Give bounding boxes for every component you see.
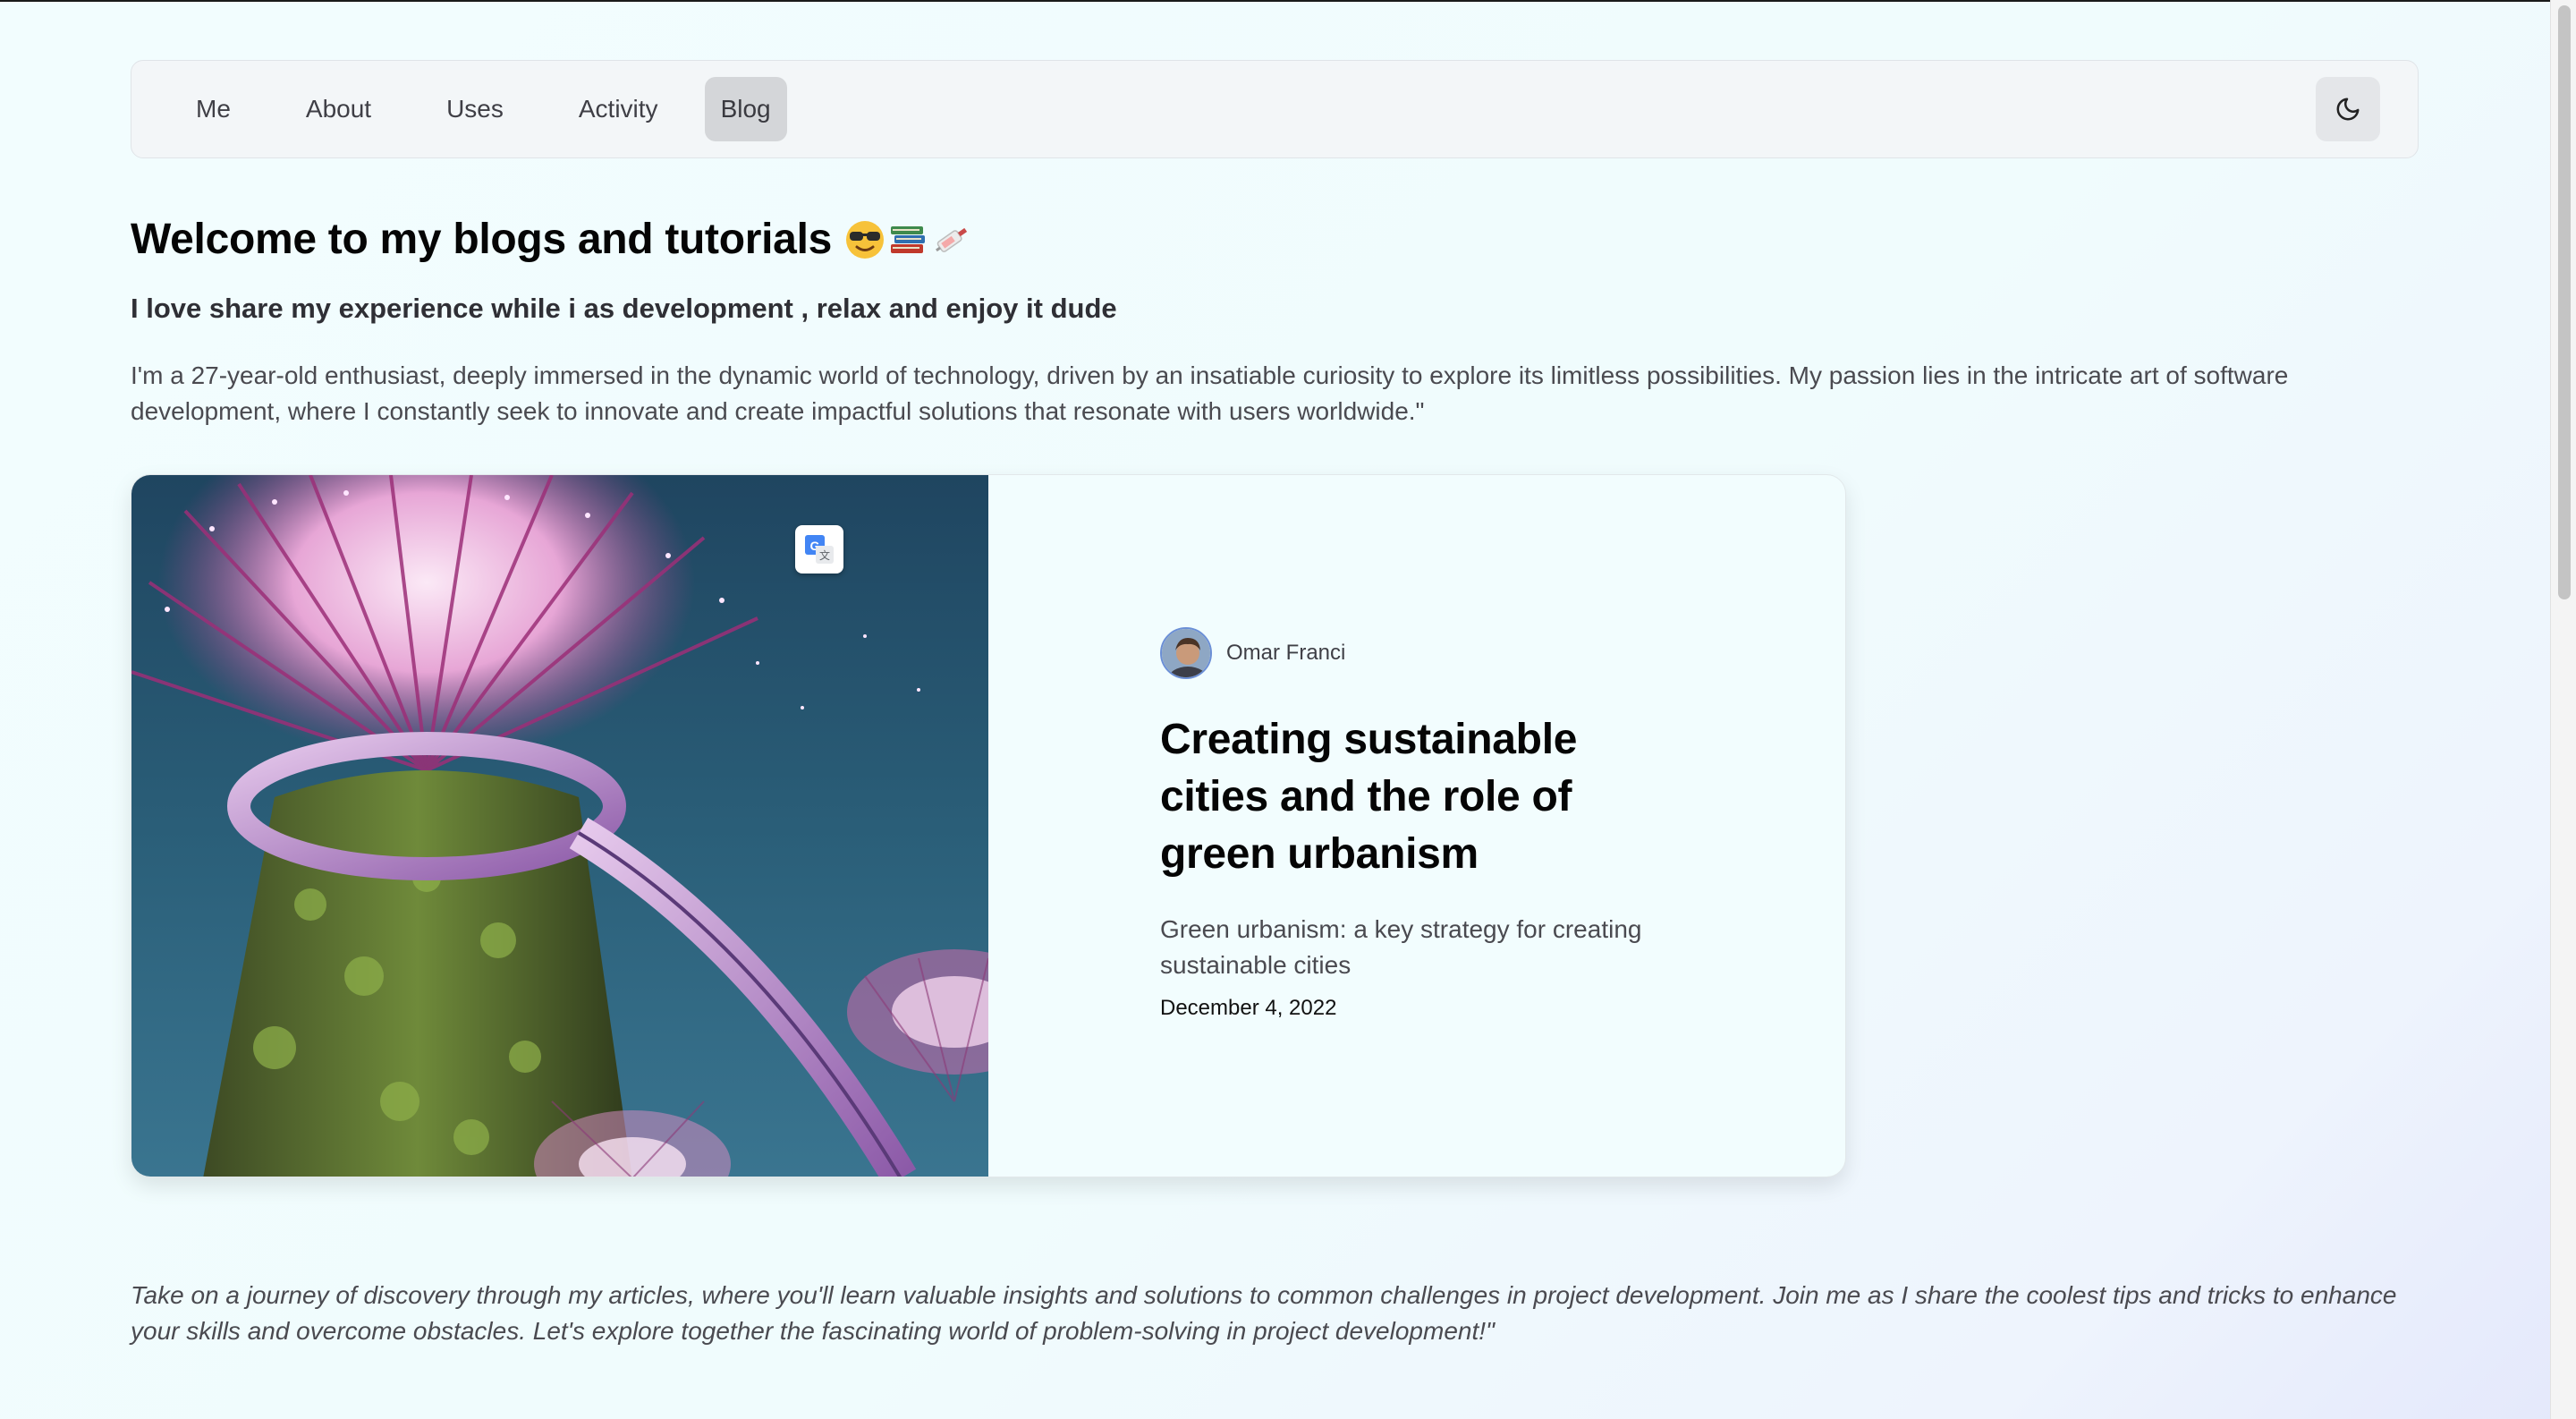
moon-icon: [2336, 98, 2360, 121]
theme-toggle-button[interactable]: [2316, 77, 2380, 141]
page-title: Welcome to my blogs and tutorials: [131, 215, 971, 264]
top-navigation: Me About Uses Activity Blog: [131, 60, 2419, 158]
author-name: Omar Franci: [1226, 641, 1346, 665]
author-avatar-icon: [1162, 629, 1210, 677]
nav-item-me[interactable]: Me: [167, 77, 259, 141]
translate-badge[interactable]: G 文: [795, 525, 843, 574]
books-emoji-icon: [891, 225, 925, 253]
intro-paragraph: I'm a 27-year-old enthusiast, deeply imm…: [131, 361, 2289, 425]
post-description: Green urbanism: a key strategy for creat…: [1160, 915, 1642, 979]
nav-item-blog[interactable]: Blog: [704, 77, 787, 141]
post-content: Omar Franci Creating sustainable cities …: [1160, 627, 1661, 1021]
post-author[interactable]: Omar Franci: [1160, 627, 1661, 679]
syringe-tag-emoji-icon: [936, 227, 968, 252]
title-emojis: [844, 219, 971, 260]
blog-post-card[interactable]: G 文 Omar Franci Creating sustainable cit…: [131, 474, 1846, 1177]
page-scrollbar[interactable]: [2550, 0, 2576, 1419]
post-date: December 4, 2022: [1160, 996, 1337, 1020]
post-cover-image[interactable]: G 文: [131, 475, 988, 1177]
sunglasses-emoji-icon: [846, 220, 884, 259]
page-subtitle: I love share my experience while i as de…: [131, 293, 1117, 324]
nav-item-uses[interactable]: Uses: [418, 77, 532, 141]
scrollbar-thumb[interactable]: [2558, 5, 2571, 599]
avatar: [1160, 627, 1212, 679]
page-title-text: Welcome to my blogs and tutorials: [131, 216, 832, 263]
nav-item-about[interactable]: About: [277, 77, 400, 141]
nav-item-activity[interactable]: Activity: [550, 77, 687, 141]
outro-paragraph: Take on a journey of discovery through m…: [131, 1281, 2397, 1345]
window-top-border: [0, 0, 2576, 2]
google-translate-icon: G 文: [805, 535, 834, 564]
nav-items: Me About Uses Activity Blog: [167, 77, 787, 141]
post-title[interactable]: Creating sustainable cities and the role…: [1160, 711, 1625, 883]
svg-text:文: 文: [819, 548, 830, 562]
supertree-grove-photo-icon: [131, 475, 988, 1177]
